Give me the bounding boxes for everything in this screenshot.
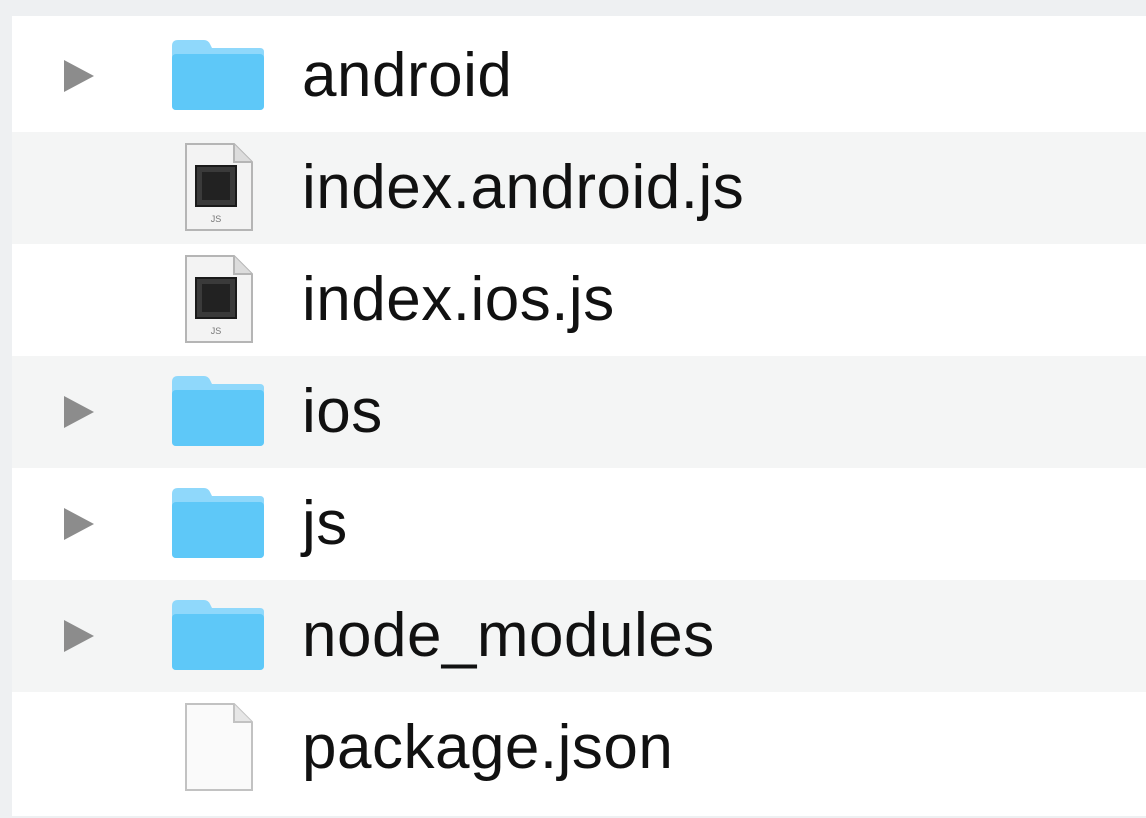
- js-file-icon: JS: [185, 143, 253, 231]
- file-list: android JS index.android.js JS index.ios: [12, 16, 1146, 816]
- list-item-index-ios-js[interactable]: JS index.ios.js: [12, 244, 1146, 356]
- disclosure-triangle-icon[interactable]: [64, 60, 94, 92]
- list-item-node-modules[interactable]: node_modules: [12, 580, 1146, 692]
- list-item-index-android-js[interactable]: JS index.android.js: [12, 132, 1146, 244]
- disclosure-triangle-icon[interactable]: [64, 620, 94, 652]
- list-item-js[interactable]: js: [12, 468, 1146, 580]
- list-item-ios[interactable]: ios: [12, 356, 1146, 468]
- item-name: ios: [302, 377, 383, 446]
- folder-icon: [172, 600, 264, 670]
- item-name: index.android.js: [302, 153, 745, 222]
- finder-window: android JS index.android.js JS index.ios: [0, 0, 1146, 818]
- item-name: js: [302, 489, 348, 558]
- folder-icon: [172, 376, 264, 446]
- blank-file-icon: [185, 703, 253, 791]
- item-name: index.ios.js: [302, 265, 615, 334]
- js-file-icon: JS: [185, 255, 253, 343]
- folder-icon: [172, 488, 264, 558]
- item-name: android: [302, 41, 513, 110]
- list-item-android[interactable]: android: [12, 20, 1146, 132]
- disclosure-triangle-icon[interactable]: [64, 396, 94, 428]
- svg-text:JS: JS: [211, 326, 222, 336]
- list-item-package-json[interactable]: package.json: [12, 692, 1146, 804]
- item-name: node_modules: [302, 601, 715, 670]
- svg-text:JS: JS: [211, 214, 222, 224]
- disclosure-triangle-icon[interactable]: [64, 508, 94, 540]
- item-name: package.json: [302, 713, 674, 782]
- folder-icon: [172, 40, 264, 110]
